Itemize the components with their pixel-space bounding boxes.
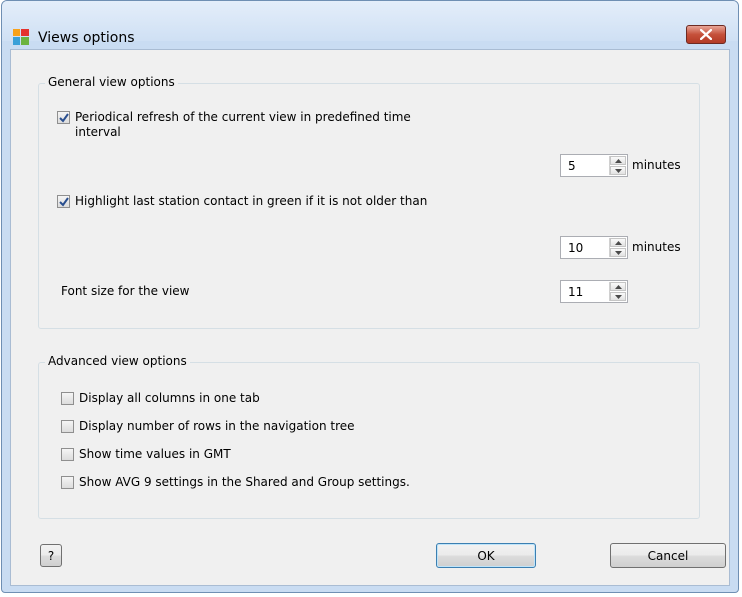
avg9-settings-checkbox[interactable] [61, 476, 74, 489]
font-size-up[interactable] [610, 282, 626, 291]
time-gmt-label: Show time values in GMT [79, 447, 231, 461]
display-row-count-label: Display number of rows in the navigation… [79, 419, 355, 433]
group-title-advanced: Advanced view options [45, 354, 190, 368]
highlight-interval-unit: minutes [632, 240, 681, 254]
highlight-interval-value[interactable]: 10 [568, 241, 583, 255]
views-options-window: Views options General view options Perio… [1, 0, 739, 593]
display-all-columns-checkbox[interactable] [61, 392, 74, 405]
periodical-refresh-option[interactable]: Periodical refresh of the current view i… [57, 110, 411, 140]
highlight-interval-down[interactable] [610, 248, 626, 257]
font-size-spinbox[interactable]: 11 [560, 280, 628, 303]
group-title-general: General view options [45, 75, 178, 89]
highlight-contact-checkbox[interactable] [57, 195, 70, 208]
arrow-down-icon [615, 295, 622, 299]
window-title: Views options [38, 30, 135, 46]
highlight-interval-up[interactable] [610, 238, 626, 247]
font-size-value[interactable]: 11 [568, 285, 583, 299]
option-time-gmt[interactable]: Show time values in GMT [61, 447, 231, 462]
highlight-interval-spinbox[interactable]: 10 [560, 236, 628, 259]
title-bar[interactable]: Views options [2, 1, 738, 46]
close-icon [700, 29, 712, 40]
general-view-options-group: General view options Periodical refresh … [38, 75, 700, 329]
refresh-interval-up[interactable] [610, 156, 626, 165]
highlight-contact-label: Highlight last station contact in green … [75, 194, 428, 208]
refresh-interval-down[interactable] [610, 166, 626, 175]
arrow-up-icon [615, 241, 622, 245]
arrow-down-icon [615, 251, 622, 255]
arrow-up-icon [615, 159, 622, 163]
close-button[interactable] [686, 25, 726, 44]
option-display-row-count[interactable]: Display number of rows in the navigation… [61, 419, 355, 434]
refresh-interval-value[interactable]: 5 [568, 159, 576, 173]
help-button[interactable]: ? [40, 544, 62, 567]
periodical-refresh-checkbox[interactable] [57, 111, 70, 124]
option-display-all-columns[interactable]: Display all columns in one tab [61, 391, 260, 406]
option-avg9-settings[interactable]: Show AVG 9 settings in the Shared and Gr… [61, 475, 410, 490]
dialog-body: General view options Periodical refresh … [10, 49, 730, 586]
checkmark-icon [59, 113, 69, 123]
display-row-count-checkbox[interactable] [61, 420, 74, 433]
periodical-refresh-label: Periodical refresh of the current view i… [75, 110, 411, 124]
avg9-settings-label: Show AVG 9 settings in the Shared and Gr… [79, 475, 410, 489]
refresh-interval-unit: minutes [632, 158, 681, 172]
arrow-up-icon [615, 285, 622, 289]
font-size-down[interactable] [610, 292, 626, 301]
refresh-interval-spinbox[interactable]: 5 [560, 154, 628, 177]
display-all-columns-label: Display all columns in one tab [79, 391, 260, 405]
ok-button[interactable]: OK [436, 543, 536, 568]
highlight-contact-option[interactable]: Highlight last station contact in green … [57, 194, 427, 209]
checkmark-icon [59, 197, 69, 207]
time-gmt-checkbox[interactable] [61, 448, 74, 461]
advanced-view-options-group: Advanced view options Display all column… [38, 354, 700, 519]
periodical-refresh-label-line2: interval [75, 125, 121, 139]
font-size-label: Font size for the view [61, 284, 190, 298]
avg-app-icon [13, 29, 29, 45]
cancel-button[interactable]: Cancel [610, 543, 726, 568]
arrow-down-icon [615, 169, 622, 173]
